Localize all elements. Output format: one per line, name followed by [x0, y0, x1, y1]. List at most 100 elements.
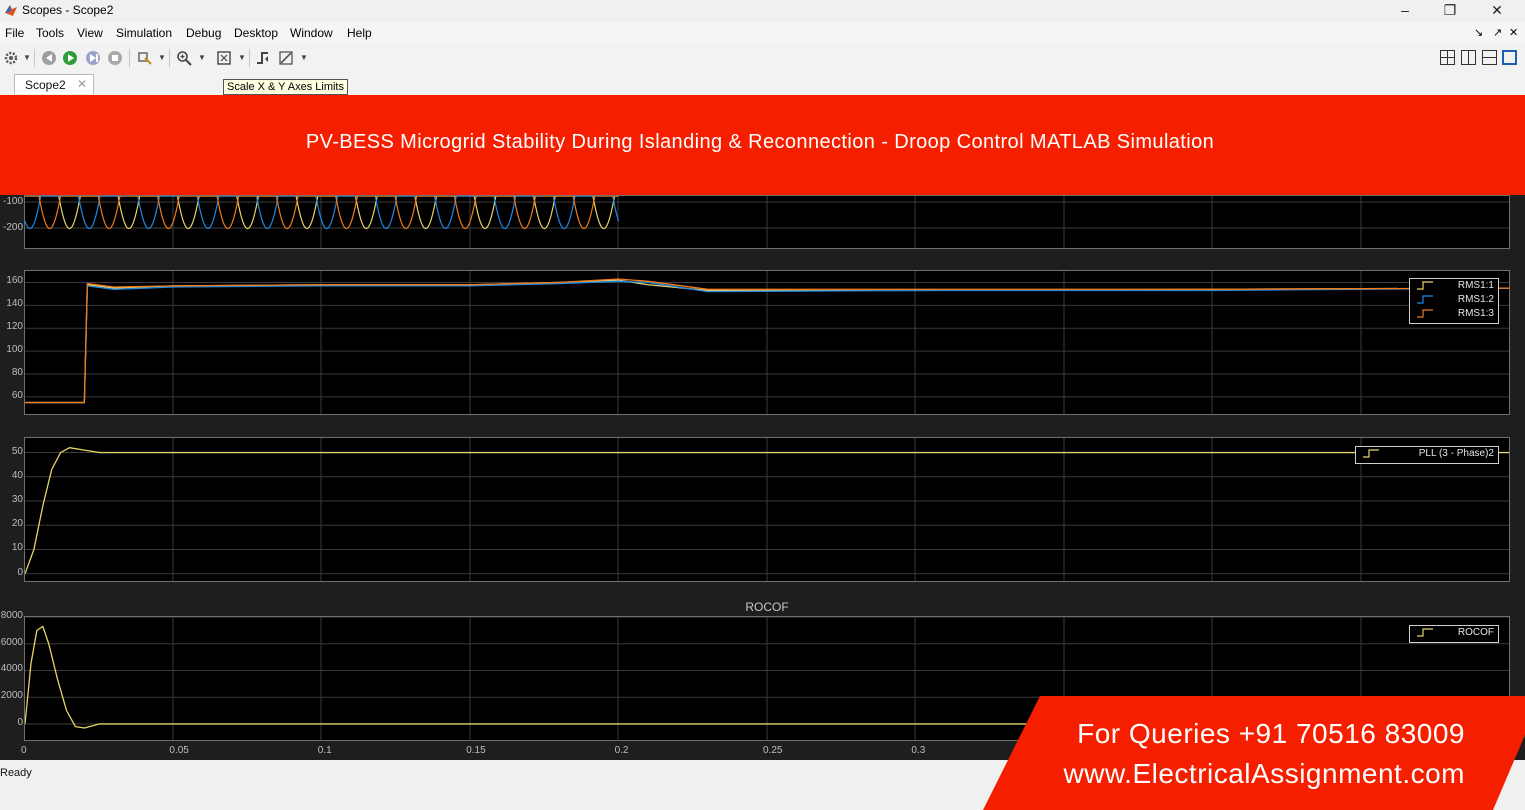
stop-icon[interactable] [107, 50, 123, 66]
close-doc-icon[interactable]: ✕ [1509, 26, 1518, 39]
layout-2x2-icon[interactable] [1440, 50, 1455, 65]
tooltip: Scale X & Y Axes Limits [223, 79, 348, 95]
x-tick: 0 [21, 745, 27, 756]
legend-item: RMS1:2 [1410, 293, 1498, 307]
menu-window[interactable]: Window [290, 26, 333, 40]
axes-rms-svg [25, 271, 1510, 414]
y-tick: 60 [11, 389, 23, 401]
zoom-caret-icon[interactable]: ▼ [198, 53, 206, 62]
x-tick: 0.15 [466, 745, 486, 756]
legend-item: ROCOF [1410, 626, 1498, 640]
trigger-icon[interactable] [255, 50, 271, 66]
window-title: Scopes - Scope2 [22, 3, 114, 17]
legend-swatch-yellow [1417, 281, 1433, 290]
title-bar: Scopes - Scope2 – ❐ ✕ [0, 0, 1525, 22]
menu-tools[interactable]: Tools [36, 26, 64, 40]
legend-swatch-yellow [1417, 628, 1433, 637]
legend-item: RMS1:1 [1410, 279, 1498, 293]
menu-file[interactable]: File [5, 26, 24, 40]
banner-text: PV-BESS Microgrid Stability During Islan… [305, 131, 1215, 153]
legend-label: ROCOF [1457, 627, 1494, 638]
status-text: Ready [0, 767, 32, 779]
run-icon[interactable] [62, 50, 78, 66]
menu-desktop[interactable]: Desktop [234, 26, 278, 40]
settings-caret-icon[interactable]: ▼ [23, 53, 31, 62]
axes-rms[interactable]: RMS1:1 RMS1:2 RMS1:3 [24, 270, 1510, 415]
menu-simulation[interactable]: Simulation [116, 26, 172, 40]
gear-icon[interactable] [3, 50, 19, 66]
tab-close-icon[interactable]: ✕ [77, 77, 87, 91]
matlab-icon [5, 5, 17, 16]
close-button[interactable]: ✕ [1477, 0, 1517, 22]
scale-axes-icon[interactable] [216, 50, 232, 66]
legend-swatch-blue [1417, 295, 1433, 304]
series-line-blue [24, 195, 620, 230]
y-tick: 40 [11, 469, 23, 481]
tab-label: Scope2 [25, 78, 66, 92]
series-line-yellow [25, 195, 619, 230]
axes-phase-voltage[interactable] [24, 195, 1510, 249]
layout-cols-icon[interactable] [1461, 50, 1476, 65]
legend-label: RMS1:2 [1457, 294, 1494, 305]
toolbar-separator [129, 49, 130, 67]
y-tick: -200 [2, 222, 23, 233]
y-tick: -100 [2, 196, 23, 207]
scope-plot-area: -100 -200 RMS1:1 RMS1:2 RMS1:3 160 140 120… [0, 195, 1525, 760]
contact-website: www.ElectricalAssignment.com [1063, 758, 1465, 789]
highlight-caret-icon[interactable]: ▼ [158, 53, 166, 62]
y-tick: 160 [6, 275, 23, 287]
dock-icon[interactable]: ↘ [1474, 26, 1483, 39]
toolbar-separator [249, 49, 250, 67]
legend-item: PLL (3 - Phase)2 [1356, 447, 1498, 461]
contact-phone: For Queries +91 70516 83009 [1077, 718, 1465, 749]
tab-scope2[interactable]: Scope2 ✕ [14, 74, 94, 94]
y-tick: 50 [11, 445, 23, 457]
highlight-icon[interactable] [137, 50, 153, 66]
x-tick: 0.2 [614, 745, 629, 756]
y-tick: 0 [17, 716, 23, 728]
axes-title-rocof: ROCOF [745, 600, 789, 614]
zoom-icon[interactable] [176, 50, 192, 66]
restore-button[interactable]: ❐ [1430, 0, 1470, 22]
menu-bar: File Tools View Simulation Debug Desktop… [0, 22, 1525, 44]
x-tick: 0.25 [763, 745, 783, 756]
minimize-button[interactable]: – [1385, 0, 1425, 22]
toolbar: ▼ ▼ ▼ ▼ ▼ [0, 44, 1525, 73]
y-tick: 10 [11, 542, 23, 554]
menu-help[interactable]: Help [347, 26, 372, 40]
measurement-caret-icon[interactable]: ▼ [300, 53, 308, 62]
series-line-orange [25, 195, 619, 230]
scale-caret-icon[interactable]: ▼ [238, 53, 246, 62]
menu-view[interactable]: View [77, 26, 103, 40]
step-forward-icon[interactable] [85, 50, 101, 66]
legend-swatch-yellow [1363, 449, 1379, 458]
toolbar-separator [34, 49, 35, 67]
axes-pll[interactable]: PLL (3 - Phase)2 [24, 437, 1510, 582]
x-tick: 0.1 [317, 745, 332, 756]
legend-label: RMS1:3 [1457, 308, 1494, 319]
x-tick: 0.05 [169, 745, 189, 756]
title-banner: PV-BESS Microgrid Stability During Islan… [0, 95, 1525, 195]
undock-icon[interactable]: ↗ [1493, 26, 1502, 39]
y-tick: 120 [6, 321, 23, 333]
y-tick: 100 [6, 344, 23, 356]
legend-swatch-orange [1417, 309, 1433, 318]
legend-label: PLL (3 - Phase)2 [1418, 448, 1494, 459]
measurement-icon[interactable] [278, 50, 294, 66]
y-tick: 0 [17, 566, 23, 578]
axes-pll-svg [24, 438, 1509, 581]
legend-rocof[interactable]: ROCOF [1409, 625, 1499, 643]
y-tick: 6000 [0, 636, 23, 648]
toolbar-separator [169, 49, 170, 67]
y-tick: 80 [11, 366, 23, 378]
legend-pll[interactable]: PLL (3 - Phase)2 [1355, 446, 1499, 464]
menu-debug[interactable]: Debug [186, 26, 221, 40]
layout-rows-icon[interactable] [1482, 50, 1497, 65]
y-tick: 30 [11, 494, 23, 506]
legend-label: RMS1:1 [1457, 280, 1494, 291]
y-tick: 4000 [0, 663, 23, 675]
step-back-icon[interactable] [41, 50, 57, 66]
y-tick: 8000 [0, 610, 23, 621]
layout-single-icon[interactable] [1502, 50, 1517, 65]
legend-rms[interactable]: RMS1:1 RMS1:2 RMS1:3 [1409, 278, 1499, 324]
